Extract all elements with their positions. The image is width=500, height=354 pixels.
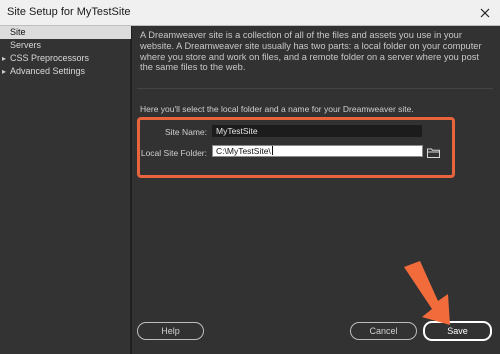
sidebar-item-label: Site — [10, 27, 26, 37]
sidebar: Site Servers ▸ CSS Preprocessors ▸ Advan… — [0, 26, 131, 354]
close-icon — [480, 8, 490, 18]
browse-folder-button[interactable] — [427, 145, 440, 158]
local-site-folder-value: C:\MyTestSite\ — [216, 146, 271, 156]
expand-arrow-icon[interactable]: ▸ — [2, 52, 6, 65]
sidebar-item-site[interactable]: Site — [0, 26, 131, 39]
sidebar-item-servers[interactable]: Servers — [0, 39, 131, 52]
sidebar-item-advanced-settings[interactable]: ▸ Advanced Settings — [0, 65, 131, 78]
site-name-label: Site Name: — [164, 127, 207, 137]
site-name-value: MyTestSite — [216, 126, 258, 136]
sidebar-item-label: CSS Preprocessors — [10, 53, 90, 63]
local-site-folder-input[interactable]: C:\MyTestSite\ — [212, 145, 423, 157]
title-bar: Site Setup for MyTestSite — [0, 0, 500, 26]
sidebar-item-label: Servers — [10, 40, 42, 50]
annotation-arrow-icon — [404, 261, 450, 325]
sidebar-item-css-preprocessors[interactable]: ▸ CSS Preprocessors — [0, 52, 131, 65]
close-button[interactable] — [476, 4, 494, 22]
local-site-folder-label: Local Site Folder: — [140, 148, 207, 158]
folder-icon — [427, 148, 440, 158]
sidebar-item-label: Advanced Settings — [10, 66, 86, 76]
help-button[interactable]: Help — [137, 322, 204, 340]
expand-arrow-icon[interactable]: ▸ — [2, 65, 6, 78]
window-title: Site Setup for MyTestSite — [7, 6, 131, 18]
site-name-input[interactable]: MyTestSite — [212, 125, 422, 137]
text-cursor — [271, 146, 273, 155]
site-description: A Dreamweaver site is a collection of al… — [140, 30, 482, 73]
divider — [137, 88, 493, 89]
instruction-text: Here you'll select the local folder and … — [140, 104, 414, 114]
